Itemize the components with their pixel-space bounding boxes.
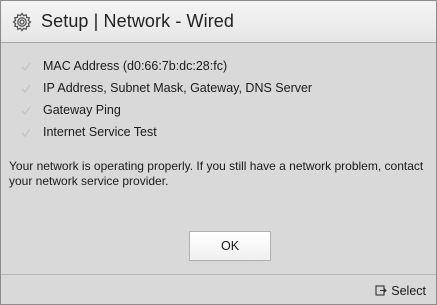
- check-icon: [19, 60, 33, 72]
- select-hint: Select: [375, 284, 426, 298]
- checklist-item-label: Internet Service Test: [43, 125, 157, 139]
- checklist-item-internet-service-test: Internet Service Test: [19, 122, 312, 142]
- enter-key-icon: [375, 285, 388, 296]
- content-area: MAC Address (d0:66:7b:dc:28:fc) IP Addre…: [1, 44, 436, 274]
- checklist-item-mac-address: MAC Address (d0:66:7b:dc:28:fc): [19, 56, 312, 76]
- page-title: Setup | Network - Wired: [41, 11, 235, 31]
- gear-icon: [11, 11, 33, 33]
- select-label: Select: [391, 283, 426, 298]
- check-icon: [19, 126, 33, 138]
- checklist-item-label: IP Address, Subnet Mask, Gateway, DNS Se…: [43, 81, 313, 95]
- check-icon: [19, 82, 33, 94]
- footer-bar: Select: [1, 274, 436, 304]
- checklist-item-label: MAC Address (d0:66:7b:dc:28:fc): [43, 59, 228, 73]
- check-icon: [19, 104, 33, 116]
- test-checklist: MAC Address (d0:66:7b:dc:28:fc) IP Addre…: [19, 56, 312, 144]
- checklist-item-ip-address: IP Address, Subnet Mask, Gateway, DNS Se…: [19, 78, 312, 98]
- title-bar: Setup | Network - Wired: [1, 1, 436, 43]
- checklist-item-label: Gateway Ping: [43, 103, 121, 117]
- ok-button[interactable]: OK: [189, 231, 271, 261]
- network-test-dialog: Setup | Network - Wired MAC Address (d0:…: [0, 0, 437, 305]
- checklist-item-gateway-ping: Gateway Ping: [19, 100, 312, 120]
- status-message: Your network is operating properly. If y…: [9, 159, 424, 188]
